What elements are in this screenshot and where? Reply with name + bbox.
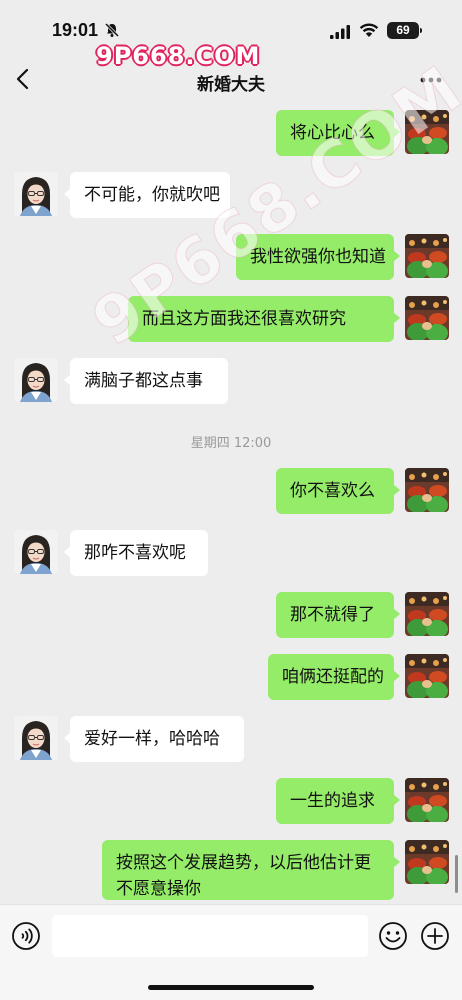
- signal-icon: [330, 25, 350, 39]
- emoji-icon[interactable]: [378, 921, 408, 951]
- bell-muted-icon: [104, 22, 120, 38]
- my-avatar[interactable]: [405, 592, 449, 636]
- my-avatar[interactable]: [405, 296, 449, 340]
- outgoing-message-bubble[interactable]: 咱俩还挺配的: [268, 654, 400, 700]
- outgoing-message-bubble[interactable]: 那不就得了: [276, 592, 400, 638]
- outgoing-message-bubble[interactable]: 将心比心么: [276, 110, 400, 156]
- status-bar: 19:01 69: [0, 0, 462, 46]
- more-dots-icon[interactable]: [420, 74, 442, 86]
- my-avatar[interactable]: [405, 778, 449, 822]
- outgoing-message-bubble[interactable]: 我性欲强你也知道: [236, 234, 400, 280]
- message-input[interactable]: [52, 915, 368, 957]
- chat-title: 新婚大夫: [197, 75, 265, 95]
- my-avatar[interactable]: [405, 234, 449, 278]
- message-timestamp: 星期四 12:00: [190, 436, 272, 451]
- incoming-message-bubble[interactable]: 爱好一样，哈哈哈: [64, 716, 244, 762]
- battery-indicator: 69: [387, 22, 422, 39]
- outgoing-message-bubble[interactable]: 而且这方面我还很喜欢研究: [128, 296, 400, 342]
- scrollbar[interactable]: [455, 855, 458, 893]
- contact-avatar[interactable]: [14, 716, 58, 760]
- outgoing-message-bubble[interactable]: 你不喜欢么: [276, 468, 400, 514]
- contact-avatar[interactable]: [14, 530, 58, 574]
- incoming-message-bubble[interactable]: 那咋不喜欢呢: [64, 530, 208, 576]
- my-avatar[interactable]: [405, 840, 449, 884]
- home-indicator[interactable]: [148, 985, 314, 990]
- plus-icon[interactable]: [420, 921, 450, 951]
- my-avatar[interactable]: [405, 654, 449, 698]
- chat-header: 新婚大夫: [0, 46, 462, 110]
- my-avatar[interactable]: [405, 110, 449, 154]
- wifi-icon: [359, 23, 379, 37]
- contact-avatar[interactable]: [14, 358, 58, 402]
- my-avatar[interactable]: [405, 468, 449, 512]
- status-time: 19:01: [52, 20, 99, 40]
- voice-icon[interactable]: [11, 921, 41, 951]
- incoming-message-bubble[interactable]: 不可能，你就吹吧: [64, 172, 230, 218]
- incoming-message-bubble[interactable]: 满脑子都这点事: [64, 358, 228, 404]
- contact-avatar[interactable]: [14, 172, 58, 216]
- outgoing-message-bubble[interactable]: 一生的追求: [276, 778, 400, 824]
- outgoing-message-bubble[interactable]: 按照这个发展趋势，以后他估计更不愿意操你: [102, 840, 400, 900]
